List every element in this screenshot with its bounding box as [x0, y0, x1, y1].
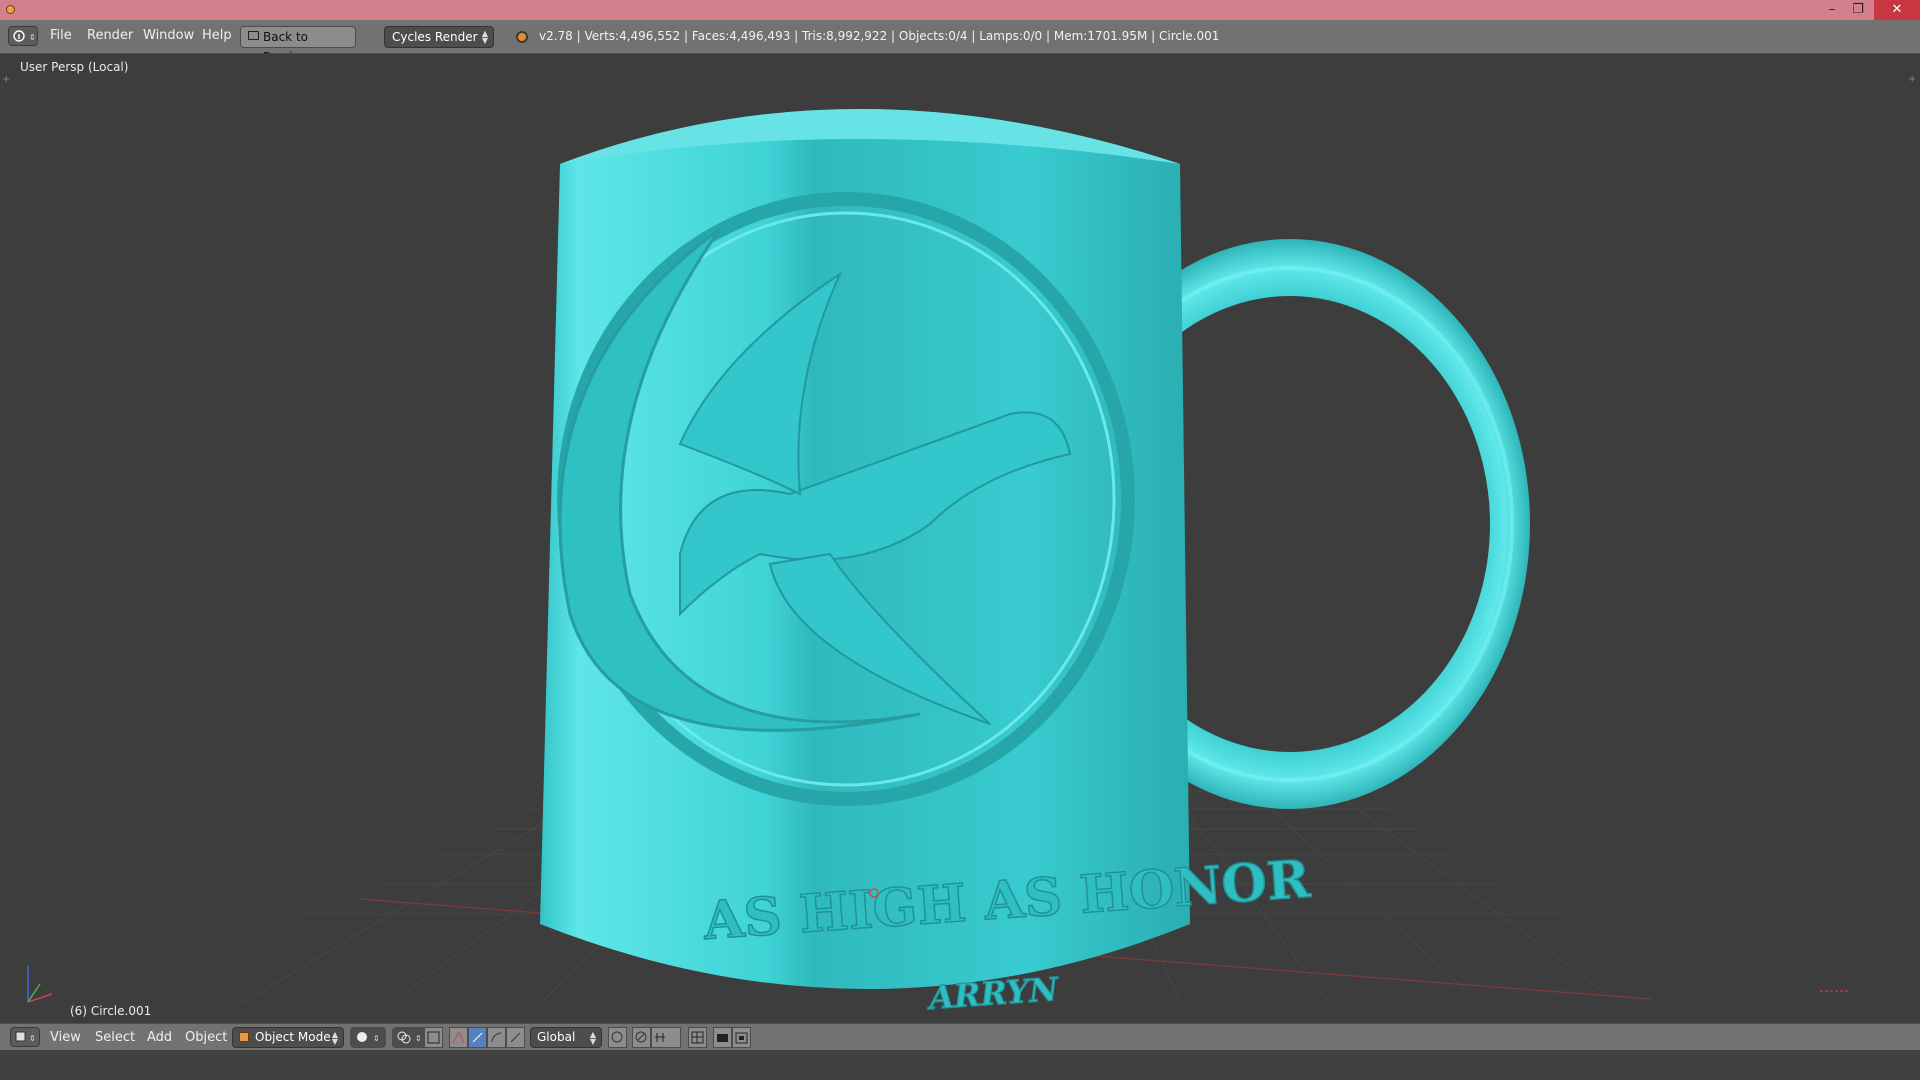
rotate-icon [472, 1032, 483, 1043]
opengl-render-button[interactable] [713, 1027, 732, 1048]
dropdown-arrows-icon: ▲ ▼ [481, 29, 488, 45]
snap-icon [655, 1033, 665, 1042]
move-arrows-icon [452, 1030, 465, 1044]
arrow-icon [510, 1032, 521, 1043]
camera-icon [717, 1034, 728, 1042]
3d-view-header: ⇕ View Select Add Object Object Mode ▲ ▼ … [0, 1023, 1920, 1050]
menu-select[interactable]: Select [95, 1030, 135, 1045]
scale-manipulator[interactable] [487, 1027, 506, 1048]
back-to-previous-button[interactable]: Back to Previous [240, 26, 356, 64]
menu-window[interactable]: Window [143, 28, 194, 43]
pivot-icon: ⇕ [397, 1031, 422, 1044]
menu-object[interactable]: Object [185, 1030, 227, 1045]
translate-manipulator[interactable] [449, 1027, 468, 1048]
layer-icon [611, 1031, 623, 1043]
dropdown-arrows-icon: ▲ ▼ [589, 1030, 596, 1046]
render-engine-select[interactable]: Cycles Render ▲ ▼ [384, 26, 494, 48]
interaction-mode-select[interactable]: Object Mode ▲ ▼ [232, 1027, 344, 1048]
menu-render[interactable]: Render [87, 28, 133, 43]
mug-house-text: ARRYN [925, 970, 1061, 1017]
view-name-label: User Persp (Local) [20, 60, 129, 74]
menu-view[interactable]: View [50, 1030, 81, 1045]
dropdown-arrows-icon: ▲ ▼ [331, 1030, 338, 1046]
menu-help[interactable]: Help [202, 28, 232, 43]
info-icon: ⇕ [13, 30, 36, 42]
screen-icon [248, 31, 259, 40]
3d-view-icon: ⇕ [15, 1031, 36, 1043]
pivot-point-select[interactable]: ⇕ [392, 1027, 428, 1048]
info-header: ⇕ File Render Window Help Back to Previo… [0, 20, 1920, 64]
close-button[interactable]: ✕ [1874, 0, 1920, 20]
area-split-right-icon[interactable]: + [1908, 74, 1916, 85]
active-object-label: (6) Circle.001 [70, 1004, 152, 1018]
snap-toggle[interactable] [651, 1027, 681, 1048]
grid-icon [427, 1031, 440, 1044]
snap-element-select[interactable] [688, 1027, 707, 1048]
transform-orientation-select[interactable]: Global ▲ ▼ [530, 1027, 602, 1048]
menu-add[interactable]: Add [147, 1030, 172, 1045]
scene-stats: v2.78 | Verts:4,496,552 | Faces:4,496,49… [539, 29, 1220, 43]
editor-type-select[interactable]: ⇕ [8, 26, 38, 46]
snap-grid-icon [691, 1031, 704, 1044]
blender-logo-icon [516, 31, 528, 43]
svg-text:⇕: ⇕ [415, 1034, 422, 1043]
manipulator-extra[interactable] [506, 1027, 525, 1048]
title-bar: – ❐ ✕ [0, 0, 1920, 20]
opengl-animation-button[interactable] [732, 1027, 751, 1048]
solid-shading-icon: ⇕ [357, 1032, 380, 1043]
svg-text:⇕: ⇕ [29, 1034, 36, 1043]
menu-file[interactable]: File [50, 28, 72, 43]
axis-gizmo-icon [27, 966, 53, 1003]
proportional-icon [635, 1031, 647, 1043]
layer-toggle[interactable] [608, 1027, 627, 1048]
svg-text:⇕: ⇕ [373, 1034, 380, 1043]
render-engine-value: Cycles Render [392, 30, 478, 44]
editor-type-select-3d[interactable]: ⇕ [10, 1027, 40, 1047]
interaction-mode-value: Object Mode [255, 1030, 331, 1044]
scale-icon [491, 1032, 502, 1043]
viewport-shading-select[interactable]: ⇕ [350, 1027, 386, 1048]
area-split-left-icon[interactable]: + [2, 74, 10, 85]
manipulator-toggle[interactable] [424, 1027, 443, 1048]
viewport-scene: AS HIGH AS HONOR ARRYN [27, 109, 1850, 1018]
minimize-button[interactable]: – [1818, 0, 1846, 20]
3d-viewport[interactable]: AS HIGH AS HONOR ARRYN User Persp (Local… [0, 54, 1920, 1023]
restore-button[interactable]: ❐ [1844, 0, 1872, 20]
status-area [0, 1050, 1920, 1080]
svg-text:⇕: ⇕ [29, 33, 36, 42]
rotate-manipulator[interactable] [468, 1027, 487, 1048]
film-icon [735, 1032, 748, 1044]
transform-orientation-value: Global [537, 1030, 576, 1044]
object-mode-icon [239, 1032, 249, 1042]
blender-app-icon [6, 5, 15, 14]
proportional-edit-toggle[interactable] [632, 1027, 651, 1048]
